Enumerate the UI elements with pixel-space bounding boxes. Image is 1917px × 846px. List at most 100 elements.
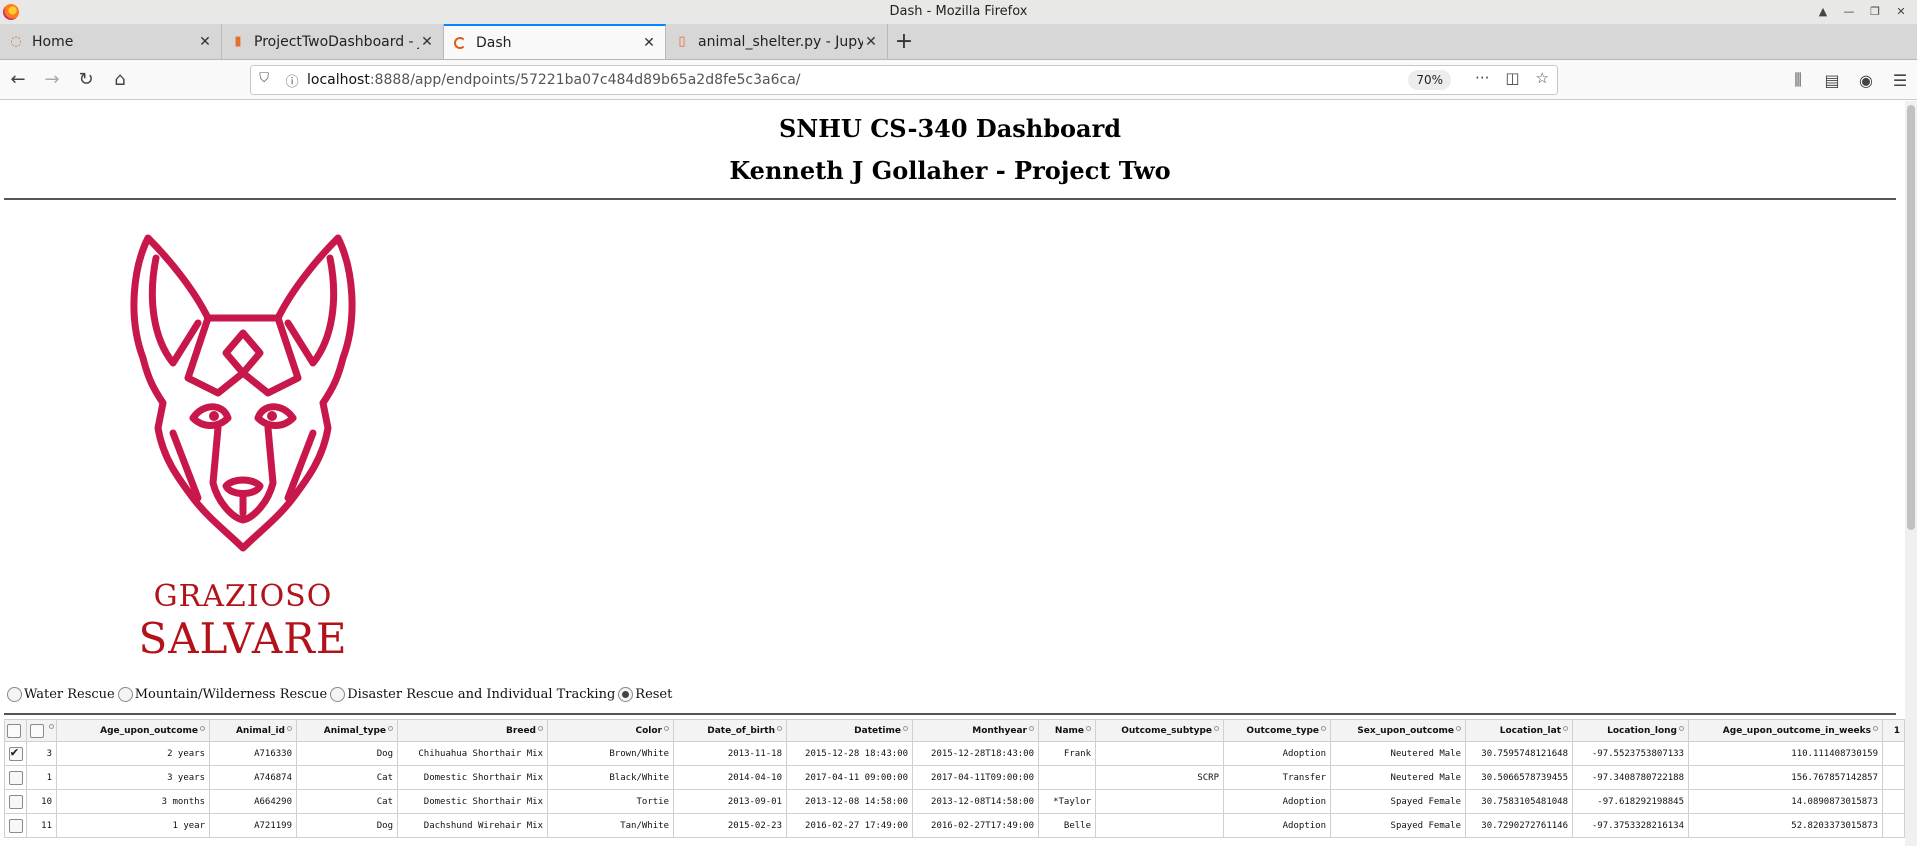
table-cell[interactable]: 2016-02-27 17:49:00 (786, 813, 913, 838)
table-cell[interactable]: Adoption (1223, 741, 1331, 766)
row-checkbox[interactable] (8, 745, 23, 761)
reload-button[interactable]: ↻ (70, 64, 102, 96)
column-header[interactable]: 1 (1882, 719, 1905, 742)
row-select-cell[interactable] (4, 813, 27, 838)
select-all-header[interactable] (4, 719, 27, 742)
table-cell[interactable]: 1 year (56, 813, 210, 838)
table-cell[interactable]: Frank (1038, 741, 1096, 766)
table-cell[interactable]: -97.5523753807133 (1572, 741, 1689, 766)
sort-icon[interactable] (1873, 725, 1878, 731)
radio-button[interactable] (7, 687, 22, 702)
table-cell[interactable]: A746874 (209, 765, 297, 790)
column-header[interactable]: Monthyear (912, 719, 1039, 742)
table-cell[interactable]: Dog (296, 813, 398, 838)
column-header[interactable]: Datetime (786, 719, 913, 742)
row-checkbox[interactable] (8, 770, 23, 785)
column-header[interactable]: Color (547, 719, 674, 742)
radio-button[interactable] (117, 687, 133, 702)
table-cell[interactable]: 2015-12-28 18:43:00 (786, 741, 913, 766)
sort-icon[interactable] (1679, 725, 1684, 731)
table-cell[interactable]: Domestic Shorthair Mix (397, 765, 548, 790)
sort-icon[interactable] (200, 725, 205, 731)
column-header[interactable]: Outcome_subtype (1095, 719, 1224, 742)
table-cell[interactable]: A664290 (209, 789, 297, 814)
radio-disaster-rescue[interactable]: Disaster Rescue and Individual Tracking (330, 687, 615, 702)
url-bar[interactable]: ⛉ ⓘ localhost:8888/app/endpoints/57221ba… (250, 65, 1558, 95)
table-cell[interactable]: Adoption (1223, 789, 1331, 814)
table-cell[interactable]: 2013-11-18 (673, 741, 787, 766)
window-up-icon[interactable]: ▲ (1813, 0, 1833, 24)
sort-icon[interactable] (1029, 725, 1034, 731)
table-cell[interactable]: 30.7290272761146 (1465, 813, 1573, 838)
table-cell[interactable]: Brown/White (547, 741, 674, 766)
table-cell[interactable] (1095, 813, 1224, 838)
page-actions-icon[interactable]: ··· (1475, 69, 1489, 87)
sort-icon[interactable] (388, 725, 393, 731)
radio-mountain-rescue[interactable]: Mountain/Wilderness Rescue (117, 687, 327, 702)
minimize-icon[interactable]: — (1839, 0, 1859, 24)
column-header[interactable]: Location_long (1572, 719, 1689, 742)
table-cell[interactable]: 2016-02-27T17:49:00 (912, 813, 1039, 838)
table-cell[interactable]: Spayed Female (1330, 789, 1466, 814)
sort-icon[interactable] (903, 725, 908, 731)
pocket-icon[interactable]: ◫ (1505, 69, 1519, 87)
table-cell[interactable] (1095, 741, 1224, 766)
table-cell[interactable] (1038, 765, 1096, 790)
table-cell[interactable]: Domestic Shorthair Mix (397, 789, 548, 814)
table-cell[interactable] (1095, 789, 1224, 814)
scrollbar-thumb[interactable] (1907, 105, 1915, 530)
table-cell[interactable]: 30.7595748121648 (1465, 741, 1573, 766)
close-tab-icon[interactable]: ✕ (641, 35, 657, 51)
table-cell[interactable]: Neutered Male (1330, 741, 1466, 766)
table-cell[interactable]: 11 (26, 813, 57, 838)
info-icon[interactable]: ⓘ (286, 71, 299, 90)
table-cell[interactable]: -97.3408780722188 (1572, 765, 1689, 790)
forward-button[interactable]: → (36, 64, 68, 96)
back-button[interactable]: ← (2, 64, 34, 96)
table-cell[interactable]: 3 months (56, 789, 210, 814)
radio-water-rescue[interactable]: Water Rescue (7, 687, 115, 702)
table-row[interactable]: 32 yearsA716330DogChihuahua Shorthair Mi… (4, 741, 1905, 766)
close-window-icon[interactable]: ✕ (1891, 0, 1911, 24)
sort-icon[interactable] (1321, 725, 1326, 731)
tab-animal-shelter[interactable]: ▯ animal_shelter.py - Jupyt ✕ (666, 24, 888, 59)
column-header[interactable]: Outcome_type (1223, 719, 1331, 742)
table-cell[interactable]: Tortie (547, 789, 674, 814)
column-header[interactable]: Sex_upon_outcome (1330, 719, 1466, 742)
table-cell[interactable]: Dachshund Wirehair Mix (397, 813, 548, 838)
table-cell[interactable]: Transfer (1223, 765, 1331, 790)
bookmark-star-icon[interactable]: ☆ (1536, 69, 1549, 87)
table-cell[interactable]: Chihuahua Shorthair Mix (397, 741, 548, 766)
table-cell[interactable]: 2 years (56, 741, 210, 766)
table-cell[interactable]: Adoption (1223, 813, 1331, 838)
table-cell[interactable]: 2013-12-08 14:58:00 (786, 789, 913, 814)
row-select-cell[interactable] (4, 789, 27, 814)
table-cell[interactable]: -97.3753328216134 (1572, 813, 1689, 838)
table-cell[interactable]: Spayed Female (1330, 813, 1466, 838)
column-header[interactable]: Age_upon_outcome (56, 719, 210, 742)
table-cell[interactable]: Belle (1038, 813, 1096, 838)
library-icon[interactable]: ⫼ (1787, 64, 1809, 96)
row-checkbox[interactable] (8, 794, 23, 809)
table-cell[interactable]: SCRP (1095, 765, 1224, 790)
sort-icon[interactable] (538, 725, 543, 731)
sort-icon[interactable] (664, 725, 669, 731)
column-header[interactable]: Location_lat (1465, 719, 1573, 742)
sort-icon[interactable] (1086, 725, 1091, 731)
table-cell[interactable]: 14.0890873015873 (1688, 789, 1883, 814)
table-cell[interactable]: Black/White (547, 765, 674, 790)
table-cell[interactable]: 3 (26, 741, 57, 766)
new-tab-button[interactable]: + (888, 24, 920, 59)
table-cell[interactable]: Tan/White (547, 813, 674, 838)
table-cell[interactable]: Cat (296, 789, 398, 814)
table-cell[interactable]: 10 (26, 789, 57, 814)
column-header[interactable]: Age_upon_outcome_in_weeks (1688, 719, 1883, 742)
tab-home[interactable]: ◌ Home ✕ (0, 24, 222, 59)
table-cell[interactable]: 156.767857142857 (1688, 765, 1883, 790)
table-cell[interactable]: 30.5066578739455 (1465, 765, 1573, 790)
account-icon[interactable]: ◉ (1855, 64, 1877, 96)
table-row[interactable]: 13 years A746874 Cat Domestic Shorthair Mix… (4, 765, 1905, 790)
menu-icon[interactable]: ☰ (1889, 64, 1911, 96)
table-cell[interactable]: 2013-12-08T14:58:00 (912, 789, 1039, 814)
column-header[interactable]: Date_of_birth (673, 719, 787, 742)
